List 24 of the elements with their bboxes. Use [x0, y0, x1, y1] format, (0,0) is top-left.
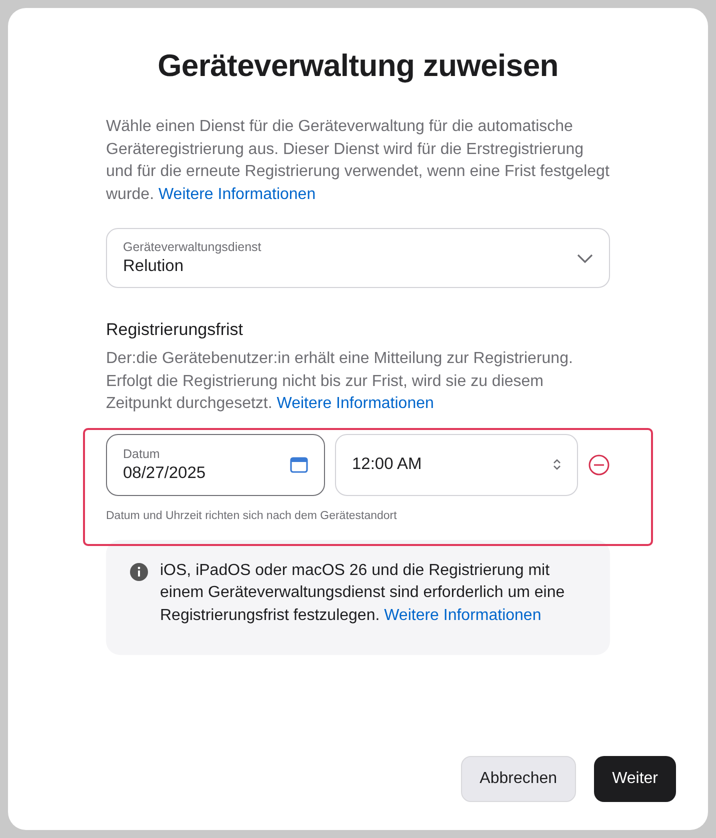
- continue-button[interactable]: Weiter: [594, 756, 676, 802]
- remove-icon[interactable]: [588, 454, 610, 476]
- select-value: Relution: [123, 257, 185, 276]
- select-label: Geräteverwaltungsdienst: [123, 240, 262, 254]
- calendar-icon[interactable]: [290, 456, 308, 472]
- time-field[interactable]: 12:00 AM: [335, 434, 578, 496]
- hint-text: Datum und Uhrzeit richten sich nach dem Gerätestandort: [106, 510, 398, 522]
- more-info-link[interactable]: Weitere Informationen: [384, 606, 542, 624]
- intro-text: Wähle einen Dienst für die Geräteverwaltung für die automatische Geräteregistrierung aus. Dieser Dienst wird für die Erstregistrierung und für die erneute Registrierung verwendet, wenn eine Frist festgelegt wurde. Weitere Informationen: [106, 117, 610, 204]
- more-info-link[interactable]: Weitere Informationen: [158, 186, 316, 202]
- more-info-link[interactable]: Weitere Informationen: [276, 395, 434, 412]
- chevron-down-icon: [577, 254, 593, 262]
- stepper-icon[interactable]: [553, 458, 561, 471]
- notice-text: iOS, iPadOS oder macOS 26 und die Registrierung mit einem Geräteverwaltungsdienst sind erforderlich um eine Registrierungsfrist festzulegen. Weitere Informationen: [160, 560, 566, 626]
- cancel-button[interactable]: Abbrechen: [460, 756, 576, 802]
- date-label: Datum: [123, 446, 161, 460]
- section-heading: Registrierungsfrist: [106, 320, 244, 340]
- date-value: 08/27/2025: [123, 464, 206, 482]
- date-field[interactable]: Datum 08/27/2025: [106, 434, 325, 496]
- deadline-text: Der:die Gerätebenutzer:in erhält eine Mitteilung zur Registrierung. Erfolgt die Registrierung nicht bis zur Frist, wird sie zu diesem Zeitpunkt durchgesetzt. Weitere Informationen: [106, 349, 574, 414]
- service-select[interactable]: Geräteverwaltungsdienst Relution: [106, 228, 610, 288]
- time-value: 12:00 AM: [352, 455, 422, 474]
- info-icon: [130, 562, 148, 580]
- dialog-title: Geräteverwaltung zuweisen: [156, 48, 560, 84]
